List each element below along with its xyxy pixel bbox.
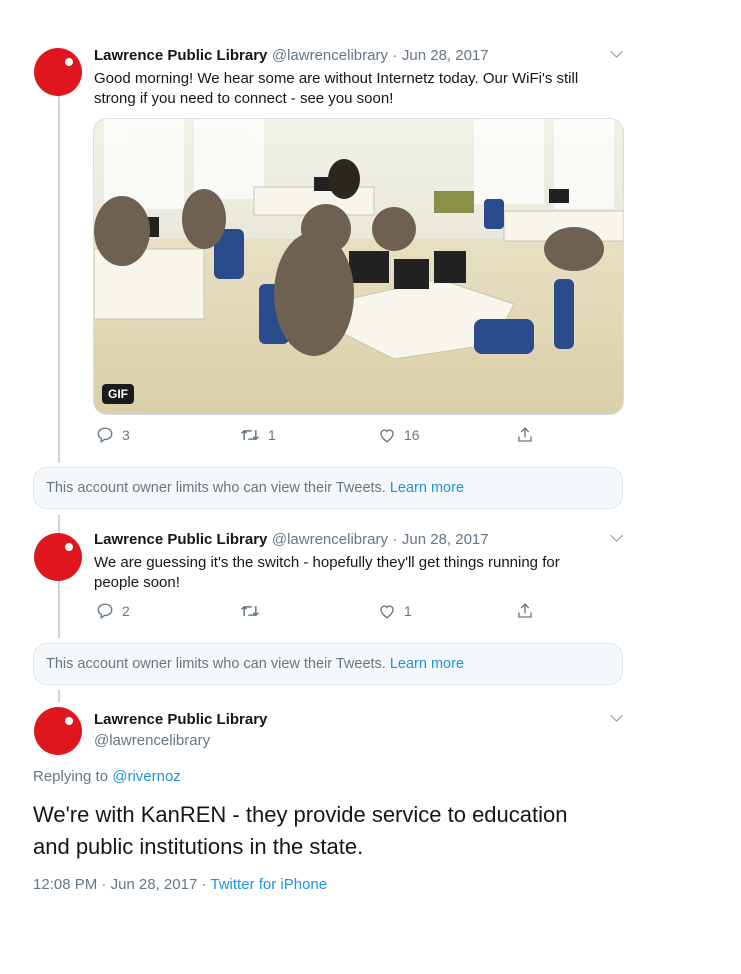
main-tweet-text: We're with KanREN - they provide service…	[33, 799, 653, 863]
main-tweet-text-line: and public institutions in the state.	[33, 834, 364, 859]
tweet-source-link[interactable]: Twitter for iPhone	[210, 876, 327, 893]
avatar[interactable]	[34, 48, 82, 96]
like-button[interactable]: 1	[378, 602, 412, 620]
notice-text: This account owner limits who can view t…	[46, 480, 386, 496]
main-tweet-text-line: We're with KanREN - they provide service…	[33, 802, 568, 827]
reply-count: 3	[122, 427, 130, 443]
retweet-icon	[241, 605, 259, 617]
protected-notice: This account owner limits who can view t…	[33, 467, 623, 509]
tweet-text: Good morning! We hear some are without I…	[94, 69, 624, 109]
protected-notice: This account owner limits who can view t…	[33, 643, 623, 685]
learn-more-link[interactable]: Learn more	[390, 656, 464, 672]
reply-count: 2	[122, 603, 130, 619]
separator: ·	[392, 531, 398, 548]
tweet-header: Lawrence Public Library @lawrencelibrary…	[94, 531, 489, 549]
like-icon	[380, 429, 394, 443]
separator: ·	[101, 876, 107, 893]
share-button[interactable]	[516, 426, 534, 444]
thread-line	[58, 580, 60, 638]
thread-line	[58, 515, 60, 535]
replying-handle-link[interactable]: @rivernoz	[112, 768, 181, 785]
reply-button[interactable]: 2	[96, 602, 130, 620]
tweet-time[interactable]: 12:08 PM	[33, 876, 97, 893]
retweet-button[interactable]	[240, 602, 268, 620]
reply-icon	[97, 603, 113, 620]
reply-icon	[97, 427, 113, 444]
separator: ·	[392, 47, 398, 64]
retweet-button[interactable]: 1	[240, 426, 276, 444]
author-name[interactable]: Lawrence Public Library	[94, 47, 267, 64]
share-icon	[518, 603, 532, 618]
like-count: 1	[404, 603, 412, 619]
replying-to: Replying to @rivernoz	[33, 768, 181, 785]
avatar[interactable]	[34, 533, 82, 581]
gif-media[interactable]: GIF	[93, 118, 624, 415]
share-button[interactable]	[516, 602, 534, 620]
tweet-date[interactable]: Jun 28, 2017	[402, 47, 489, 64]
tweet-timestamp: 12:08 PM · Jun 28, 2017 · Twitter for iP…	[33, 876, 327, 893]
thread-line	[58, 95, 60, 463]
tweet-text: We are guessing it's the switch - hopefu…	[94, 553, 624, 593]
reply-button[interactable]: 3	[96, 426, 130, 444]
tweet-text-line: We are guessing it's the switch - hopefu…	[94, 554, 560, 571]
like-icon	[380, 605, 394, 619]
tweet-date[interactable]: Jun 28, 2017	[111, 876, 198, 893]
replying-prefix: Replying to	[33, 768, 109, 785]
chevron-down-icon[interactable]	[610, 45, 623, 58]
notice-text: This account owner limits who can view t…	[46, 656, 386, 672]
author-handle[interactable]: @lawrencelibrary	[94, 732, 210, 749]
retweet-count: 1	[268, 427, 276, 443]
author-handle[interactable]: @lawrencelibrary	[272, 47, 388, 64]
author-name[interactable]: Lawrence Public Library	[94, 711, 267, 728]
tweet-header: Lawrence Public Library @lawrencelibrary…	[94, 47, 489, 65]
tweet-text-line: Good morning! We hear some are without I…	[94, 70, 579, 87]
cats-office-image	[94, 119, 623, 414]
author-handle[interactable]: @lawrencelibrary	[272, 531, 388, 548]
thread-line	[58, 690, 60, 702]
tweet-text-line: people soon!	[94, 574, 180, 591]
learn-more-link[interactable]: Learn more	[390, 480, 464, 496]
avatar[interactable]	[34, 707, 82, 755]
tweet-text-line: strong if you need to connect - see you …	[94, 90, 394, 107]
share-icon	[518, 427, 532, 442]
author-name[interactable]: Lawrence Public Library	[94, 531, 267, 548]
tweet-date[interactable]: Jun 28, 2017	[402, 531, 489, 548]
like-count: 16	[404, 427, 420, 443]
chevron-down-icon[interactable]	[610, 709, 623, 722]
like-button[interactable]: 16	[378, 426, 420, 444]
chevron-down-icon[interactable]	[610, 529, 623, 542]
separator: ·	[201, 876, 207, 893]
retweet-icon	[241, 429, 259, 441]
gif-badge: GIF	[102, 384, 134, 404]
